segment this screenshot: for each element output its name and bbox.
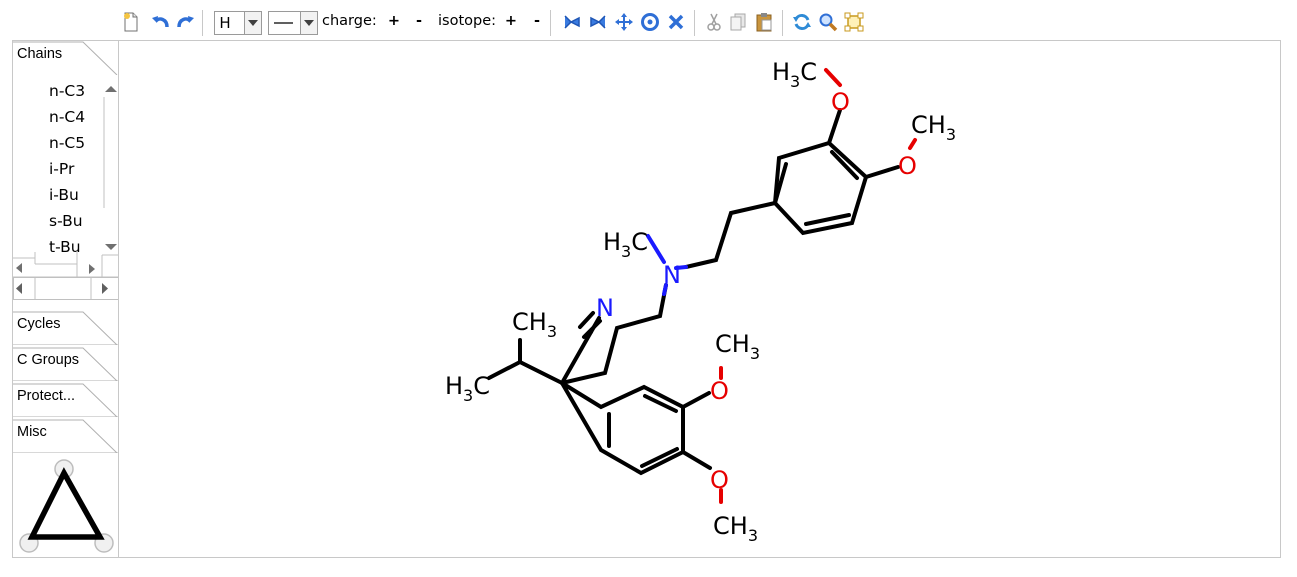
label-h3c-top: H3C: [772, 58, 817, 91]
label-n-nitrile: N: [596, 294, 614, 322]
heteroatom-bonds: [646, 68, 917, 504]
label-o-top: O: [831, 88, 850, 116]
label-o-top-right: O: [898, 152, 917, 180]
label-h3c-ipr-left: H3C: [445, 372, 490, 405]
molecule-drawing[interactable]: H3C O CH3 O H3C N N CH3 H3C CH3 O O CH3: [0, 0, 1297, 577]
label-ch3-top-right: CH3: [911, 111, 956, 144]
label-h3c-amine: H3C: [603, 228, 648, 261]
label-o-mid: O: [710, 377, 729, 405]
label-ch3-ipr-top: CH3: [512, 308, 557, 341]
label-n-amine: N: [663, 261, 681, 289]
label-ch3-mid: CH3: [715, 330, 760, 363]
label-ch3-bottom: CH3: [713, 512, 758, 545]
label-o-bottom: O: [710, 466, 729, 494]
